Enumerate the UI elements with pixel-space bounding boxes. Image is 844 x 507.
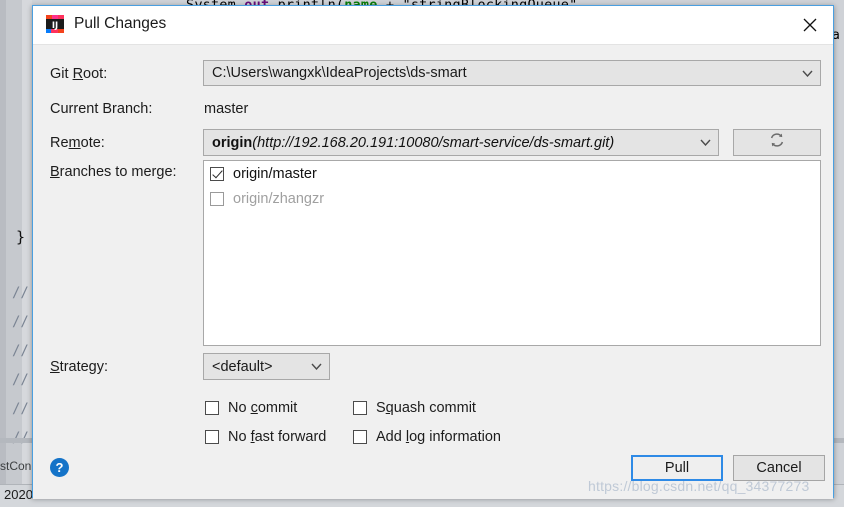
background-tab-label: stCon xyxy=(0,459,32,473)
add-log-information-checkbox[interactable]: Add log information xyxy=(353,429,501,445)
help-button[interactable]: ? xyxy=(50,458,69,477)
background-comment-3: // xyxy=(12,343,29,359)
background-comment-2: // xyxy=(12,314,29,330)
chevron-down-icon xyxy=(692,139,718,146)
strategy-label: Strategy: xyxy=(50,359,109,375)
current-branch-label: Current Branch: xyxy=(50,101,153,117)
remote-name: origin xyxy=(212,134,253,151)
background-comment-4: // xyxy=(12,372,29,388)
remote-label: Remote: xyxy=(50,135,105,151)
intellij-idea-icon: IJ xyxy=(44,13,66,35)
background-comment-5: // xyxy=(12,401,29,417)
close-icon xyxy=(803,18,817,32)
dialog-title: Pull Changes xyxy=(74,15,167,32)
strategy-dropdown[interactable]: <default> xyxy=(203,353,330,380)
list-item[interactable]: origin/master xyxy=(204,161,820,186)
svg-text:IJ: IJ xyxy=(52,21,58,31)
remote-dropdown[interactable]: origin(http://192.168.20.191:10080/smart… xyxy=(203,129,719,156)
chevron-down-icon xyxy=(303,363,329,370)
refresh-icon xyxy=(768,131,786,154)
squash-commit-checkbox[interactable]: Squash commit xyxy=(353,400,476,416)
branches-to-merge-label: Branches to merge: xyxy=(50,164,177,180)
dialog-body: Git Root: C:\Users\wangxk\IdeaProjects\d… xyxy=(33,45,833,499)
no-fast-forward-label: No fast forward xyxy=(228,429,327,445)
chevron-down-icon xyxy=(794,70,820,77)
branch-name: origin/zhangzr xyxy=(233,190,325,207)
screen: System.out.println(name + "stringBlockin… xyxy=(0,0,844,507)
pull-changes-dialog: IJ Pull Changes Git Root: C:\Users\wangx… xyxy=(32,5,834,499)
branch-checkbox[interactable] xyxy=(210,166,224,181)
checkbox-box xyxy=(353,401,367,415)
git-root-label: Git Root: xyxy=(50,66,108,82)
branches-list[interactable]: origin/master origin/zhangzr xyxy=(203,160,821,346)
background-comment-1: // xyxy=(12,285,29,301)
background-brace: } xyxy=(16,228,26,246)
remote-url: (http://192.168.20.191:10080/smart-servi… xyxy=(252,134,615,151)
checkbox-box xyxy=(353,430,367,444)
no-commit-checkbox[interactable]: No commit xyxy=(205,400,297,416)
no-commit-label: No commit xyxy=(228,400,298,416)
add-log-information-label: Add log information xyxy=(376,429,501,445)
checkbox-box xyxy=(205,401,219,415)
git-root-dropdown[interactable]: C:\Users\wangxk\IdeaProjects\ds-smart xyxy=(203,60,821,86)
watermark: https://blog.csdn.net/qq_34377273 xyxy=(588,478,810,494)
checkbox-box xyxy=(205,430,219,444)
branch-name: origin/master xyxy=(233,165,317,182)
remote-refresh-button[interactable] xyxy=(733,129,821,156)
squash-commit-label: Squash commit xyxy=(376,400,476,416)
strategy-value: <default> xyxy=(212,358,273,375)
branch-checkbox[interactable] xyxy=(210,191,224,206)
current-branch-value: master xyxy=(204,101,249,117)
no-fast-forward-checkbox[interactable]: No fast forward xyxy=(205,429,326,445)
list-item[interactable]: origin/zhangzr xyxy=(204,186,820,211)
dialog-title-bar: IJ Pull Changes xyxy=(33,6,833,45)
git-root-value: C:\Users\wangxk\IdeaProjects\ds-smart xyxy=(212,65,467,81)
dialog-close-button[interactable] xyxy=(787,6,833,43)
